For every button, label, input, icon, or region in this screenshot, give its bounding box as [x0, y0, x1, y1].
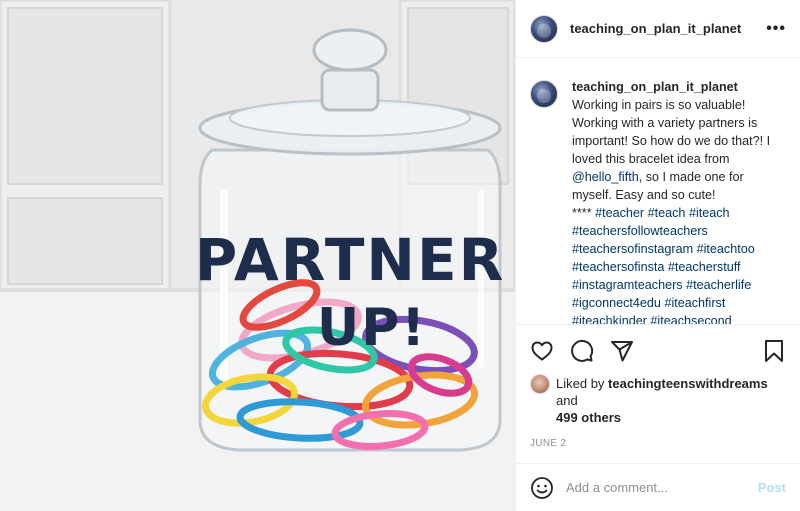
instagram-post: PARTNER UP! teaching_on_plan_it_planet •… [0, 0, 800, 511]
hashtag-link[interactable]: #iteachsecond [650, 314, 731, 324]
caption-stars: **** [572, 206, 592, 220]
hashtag-link[interactable]: #iteachfirst [664, 296, 725, 310]
jar-image: PARTNER UP! [0, 0, 515, 511]
hashtag-link[interactable]: #iteachkinder [572, 314, 647, 324]
caption-text-1: Working in pairs is so valuable! Working… [572, 98, 771, 166]
hashtag-link[interactable]: #teacherlife [686, 278, 751, 292]
hashtag-link[interactable]: #teachersofinsta [572, 260, 664, 274]
post-side-panel: teaching_on_plan_it_planet ••• teaching_… [515, 0, 800, 511]
post-date: JUNE 2 [530, 438, 567, 449]
more-options-icon[interactable]: ••• [766, 20, 786, 38]
hashtag-link[interactable]: #teachersfollowteachers [572, 224, 708, 238]
caption-mention[interactable]: @hello_fifth [572, 170, 639, 184]
header-username[interactable]: teaching_on_plan_it_planet [570, 21, 766, 36]
likes-prefix: Liked by [556, 376, 609, 391]
hashtag-link[interactable]: #iteachtoo [697, 242, 755, 256]
hashtag-link[interactable]: #teachersofinstagram [572, 242, 693, 256]
jar-label-line1: PARTNER [195, 226, 506, 294]
jar-label-line2: UP! [317, 298, 427, 358]
share-icon[interactable] [610, 339, 634, 363]
hashtag-link[interactable]: #teacherstuff [668, 260, 741, 274]
add-comment-bar: Post [516, 463, 800, 511]
caption-username[interactable]: teaching_on_plan_it_planet [572, 80, 738, 94]
comment-icon[interactable] [570, 339, 594, 363]
hashtag-link[interactable]: #iteach [689, 206, 730, 220]
action-bar: Liked by teachingteenswithdreams and 499… [516, 324, 800, 449]
hashtag-list: #teacher #teach #iteach #teachersfollowt… [572, 206, 783, 324]
hashtag-link[interactable]: #teach [648, 206, 686, 220]
post-header: teaching_on_plan_it_planet ••• [516, 0, 800, 58]
comment-input[interactable] [566, 480, 758, 495]
likes-summary: Liked by teachingteenswithdreams and 499… [530, 374, 786, 426]
caption-area: teaching_on_plan_it_planet Working in pa… [516, 58, 800, 324]
hashtag-link[interactable]: #teacher [595, 206, 644, 220]
avatar[interactable] [530, 14, 558, 43]
bookmark-icon[interactable] [762, 339, 786, 363]
caption: teaching_on_plan_it_planet Working in pa… [572, 78, 786, 324]
post-photo[interactable]: PARTNER UP! [0, 0, 515, 511]
post-comment-button[interactable]: Post [758, 480, 786, 495]
heart-icon[interactable] [530, 339, 554, 363]
liker-username[interactable]: teachingteenswithdreams [608, 376, 768, 391]
hashtag-link[interactable]: #igconnect4edu [572, 296, 661, 310]
liker-avatar[interactable] [530, 374, 550, 394]
likes-mid: and [556, 393, 578, 408]
likes-others[interactable]: 499 others [556, 410, 621, 425]
smiley-icon[interactable] [530, 476, 554, 500]
caption-avatar[interactable] [530, 80, 558, 108]
hashtag-link[interactable]: #instagramteachers [572, 278, 683, 292]
